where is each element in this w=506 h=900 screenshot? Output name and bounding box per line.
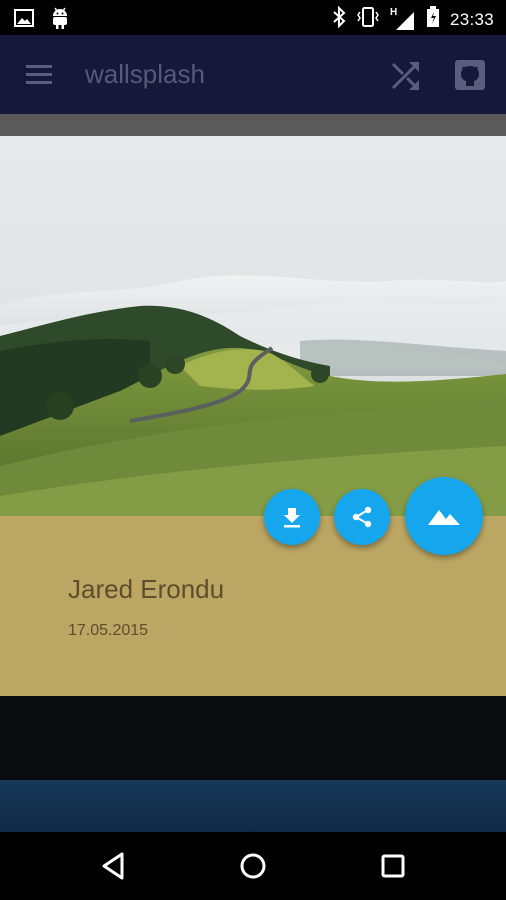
battery-icon (426, 6, 440, 33)
shuffle-button[interactable] (388, 57, 424, 93)
vibrate-icon (356, 6, 380, 33)
download-icon (284, 508, 300, 528)
next-wallpaper-preview[interactable] (0, 780, 506, 832)
android-icon (50, 7, 70, 34)
shuffle-icon (391, 62, 419, 90)
github-button[interactable] (452, 57, 488, 93)
home-button[interactable] (237, 850, 269, 882)
back-icon (102, 852, 124, 880)
status-bar: H 23:33 (0, 0, 506, 35)
set-wallpaper-button[interactable] (405, 477, 483, 555)
navigation-bar (0, 832, 506, 900)
home-icon (240, 853, 266, 879)
share-button[interactable] (334, 489, 390, 545)
image-icon (14, 9, 34, 32)
bluetooth-icon (332, 5, 346, 33)
menu-button[interactable] (22, 61, 56, 89)
github-icon (455, 60, 485, 90)
clock: 23:33 (449, 9, 494, 29)
menu-icon (26, 65, 52, 84)
recents-button[interactable] (377, 850, 409, 882)
next-wallpaper-card[interactable] (0, 696, 506, 780)
app-bar: wallsplash (0, 35, 506, 114)
share-icon (352, 506, 372, 528)
set-wallpaper-icon (428, 510, 460, 525)
image-placeholder-strip (0, 114, 506, 136)
author-name: Jared Erondu (68, 574, 225, 604)
wallpaper-image[interactable] (0, 136, 506, 516)
download-button[interactable] (264, 489, 320, 545)
app-title: wallsplash (85, 59, 205, 89)
back-button[interactable] (98, 850, 130, 882)
recents-icon (381, 854, 405, 878)
signal-icon: H (389, 6, 416, 31)
network-type-label: H (389, 6, 398, 18)
wallpaper-date: 17.05.2015 (68, 622, 149, 639)
